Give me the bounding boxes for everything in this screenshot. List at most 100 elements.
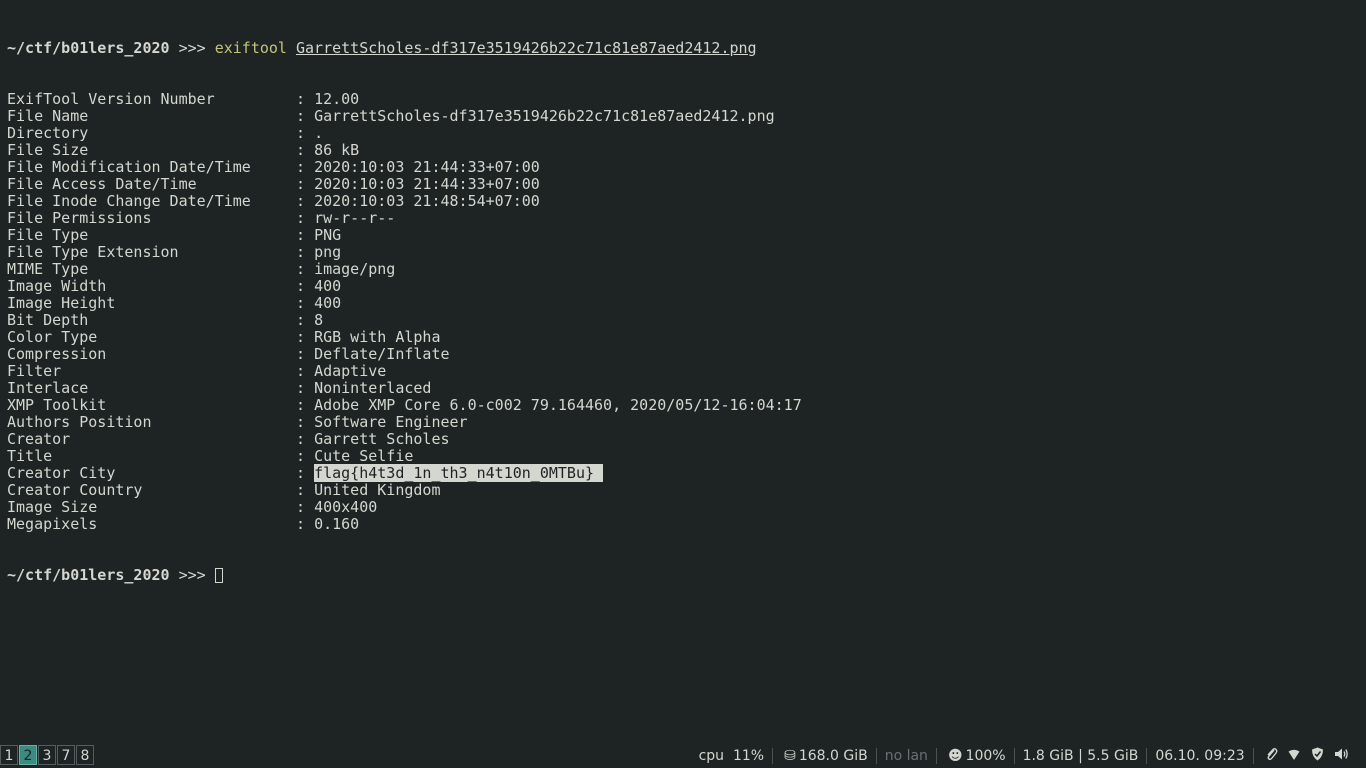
exif-key: Creator City [7,464,116,482]
exif-separator: : [296,243,315,261]
disk-status: ⛁ 168.0 GiB [773,748,876,764]
exif-key: Compression [7,345,107,363]
exif-row: Creator City: flag{h4t3d_1n_th3_n4t10n_0… [7,464,1359,482]
exif-separator: : [296,481,315,499]
exif-value: 2020:10:03 21:44:33+07:00 [314,158,540,176]
exif-row: File Permissions: rw-r--r-- [7,210,1359,227]
exif-separator: : [296,226,315,244]
workspace-2[interactable]: 2 [19,745,37,765]
workspace-7[interactable]: 7 [57,745,75,765]
status-blocks: cpu 11% ⛁ 168.0 GiB no lan ☻ 100% 1.8 GiB … [691,744,1360,768]
exif-separator: : [296,447,315,465]
exif-row: Image Size: 400x400 [7,499,1359,516]
exif-value: Cute Selfie [314,447,414,465]
disk-value: 168.0 GiB [798,748,868,764]
battery-status: ☻ 100% [937,748,1014,764]
command-line: ~/ctf/b01lers_2020 >>> exiftool GarrettS… [7,40,1359,57]
exif-key: Creator [7,430,71,448]
exif-value: 86 kB [314,141,360,159]
workspace-8[interactable]: 8 [76,745,94,765]
exif-row: Interlace: Noninterlaced [7,380,1359,397]
volume-icon[interactable] [1334,747,1349,765]
prompt-arrows: >>> [178,566,206,584]
exif-row: File Modification Date/Time: 2020:10:03 … [7,159,1359,176]
exif-key: File Inode Change Date/Time [7,192,251,210]
status-bar: 12378 cpu 11% ⛁ 168.0 GiB no lan ☻ 100% 1.… [0,744,1366,768]
disk-icon: ⛁ [784,748,796,764]
exif-row: Creator: Garrett Scholes [7,431,1359,448]
terminal-window[interactable]: ~/ctf/b01lers_2020 >>> exiftool GarrettS… [7,6,1359,740]
exif-key: File Permissions [7,209,152,227]
exif-key: File Name [7,107,89,125]
exif-key: Megapixels [7,515,98,533]
exif-value: image/png [314,260,396,278]
exif-row: File Name: GarrettScholes-df317e3519426b… [7,108,1359,125]
exif-key: Authors Position [7,413,152,431]
exif-value: Deflate/Inflate [314,345,450,363]
workspace-1[interactable]: 1 [0,745,18,765]
exif-row: ExifTool Version Number: 12.00 [7,91,1359,108]
exif-separator: : [296,107,315,125]
exif-separator: : [296,430,315,448]
exif-row: Filter: Adaptive [7,363,1359,380]
exif-key: File Type Extension [7,243,179,261]
exif-row: Directory: . [7,125,1359,142]
exif-value: 0.160 [314,515,360,533]
battery-value: 100% [965,748,1006,764]
exif-value: 2020:10:03 21:44:33+07:00 [314,175,540,193]
wifi-icon[interactable] [1288,749,1300,765]
paperclip-icon[interactable] [1265,747,1278,765]
exif-separator: : [296,175,315,193]
workspace-3[interactable]: 3 [38,745,56,765]
exif-separator: : [296,464,315,482]
exif-separator: : [296,294,315,312]
exif-value: RGB with Alpha [314,328,441,346]
exif-separator: : [296,311,315,329]
exif-key: Image Width [7,277,107,295]
exif-value: Noninterlaced [314,379,432,397]
command-name: exiftool [214,39,287,57]
exif-key: Title [7,447,53,465]
exif-row: File Access Date/Time: 2020:10:03 21:44:… [7,176,1359,193]
exif-value: png [314,243,342,261]
exif-row: Title: Cute Selfie [7,448,1359,465]
exif-value: GarrettScholes-df317e3519426b22c71c81e87… [314,107,775,125]
exif-separator: : [296,362,315,380]
exif-key: Color Type [7,328,98,346]
exif-row: Image Height: 400 [7,295,1359,312]
exif-key: Filter [7,362,62,380]
cpu-status: cpu 11% [691,748,773,764]
prompt-line[interactable]: ~/ctf/b01lers_2020 >>> [7,567,1359,584]
exif-row: File Type Extension: png [7,244,1359,261]
exif-row: Authors Position: Software Engineer [7,414,1359,431]
exif-separator: : [296,277,315,295]
exif-value: Garrett Scholes [314,430,450,448]
exif-separator: : [296,345,315,363]
exif-row: File Type: PNG [7,227,1359,244]
exif-separator: : [296,90,315,108]
exif-key: File Size [7,141,89,159]
exif-row: Megapixels: 0.160 [7,516,1359,533]
exif-value-selected: flag{h4t3d_1n_th3_n4t10n_0MTBu} [314,464,604,482]
command-argument: GarrettScholes-df317e3519426b22c71c81e87… [296,39,757,57]
exif-key: Bit Depth [7,311,89,329]
shield-icon[interactable] [1311,747,1324,765]
exif-key: File Access Date/Time [7,175,197,193]
exif-row: MIME Type: image/png [7,261,1359,278]
exif-value: Software Engineer [314,413,468,431]
prompt-directory: ~/ctf/b01lers_2020 [7,566,170,584]
exif-separator: : [296,498,315,516]
exif-separator: : [296,192,315,210]
text-cursor [214,568,223,583]
exif-row: File Size: 86 kB [7,142,1359,159]
exif-value: Adaptive [314,362,387,380]
exif-key: ExifTool Version Number [7,90,215,108]
exif-key: MIME Type [7,260,89,278]
exif-value: 12.00 [314,90,360,108]
lan-status: no lan [884,748,928,764]
exif-row: Creator Country: United Kingdom [7,482,1359,499]
exif-key: Directory [7,124,89,142]
exif-value: 400x400 [314,498,378,516]
exif-key: Creator Country [7,481,143,499]
exif-row: XMP Toolkit: Adobe XMP Core 6.0-c002 79.… [7,397,1359,414]
